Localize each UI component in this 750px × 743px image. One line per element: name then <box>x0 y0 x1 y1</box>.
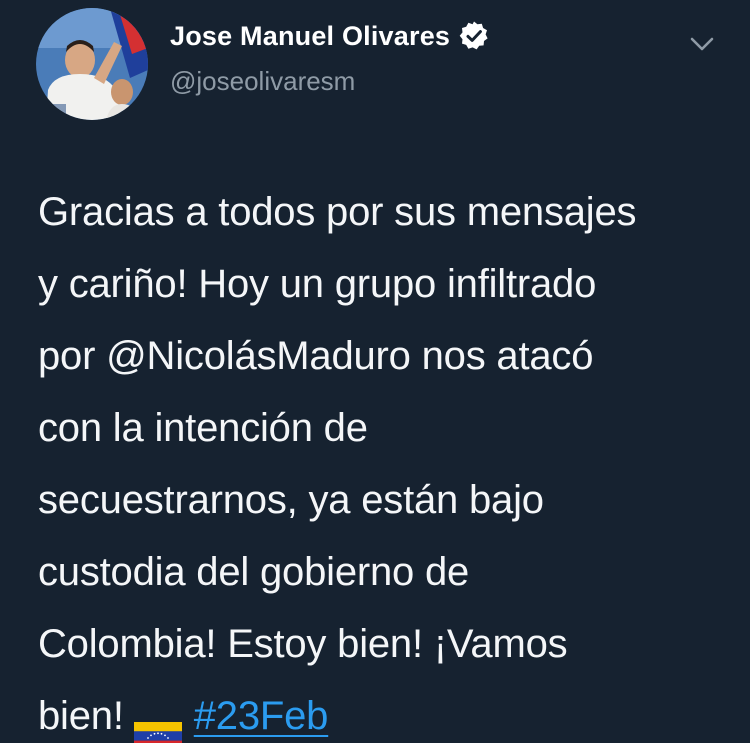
tweet-line-last: bien! #23Feb <box>38 680 728 743</box>
tweet-line: y cariño! Hoy un grupo infiltrado <box>38 262 597 306</box>
tweet-body: Gracias a todos por sus mensajes y cariñ… <box>38 176 728 743</box>
verified-badge-icon <box>458 20 490 52</box>
tweet-last-text: bien! <box>38 694 124 738</box>
venezuela-flag-icon <box>133 701 182 743</box>
author-display-name[interactable]: Jose Manuel Olivares <box>170 20 490 52</box>
tweet-line: Colombia! Estoy bien! ¡Vamos <box>38 622 568 666</box>
author-avatar[interactable] <box>36 8 148 120</box>
chevron-down-icon[interactable] <box>684 30 720 60</box>
hashtag-link[interactable]: #23Feb <box>194 694 329 738</box>
tweet-line: por @NicolásMaduro nos atacó <box>38 334 594 378</box>
tweet-card: Jose Manuel Olivares @joseolivaresm Grac… <box>0 0 750 743</box>
tweet-line: secuestrarnos, ya están bajo <box>38 478 544 522</box>
tweet-line: Gracias a todos por sus mensajes <box>38 190 637 234</box>
author-name-text: Jose Manuel Olivares <box>170 20 451 51</box>
tweet-line: con la intención de <box>38 406 368 450</box>
author-handle[interactable]: @joseolivaresm <box>170 66 355 97</box>
tweet-line: custodia del gobierno de <box>38 550 470 594</box>
